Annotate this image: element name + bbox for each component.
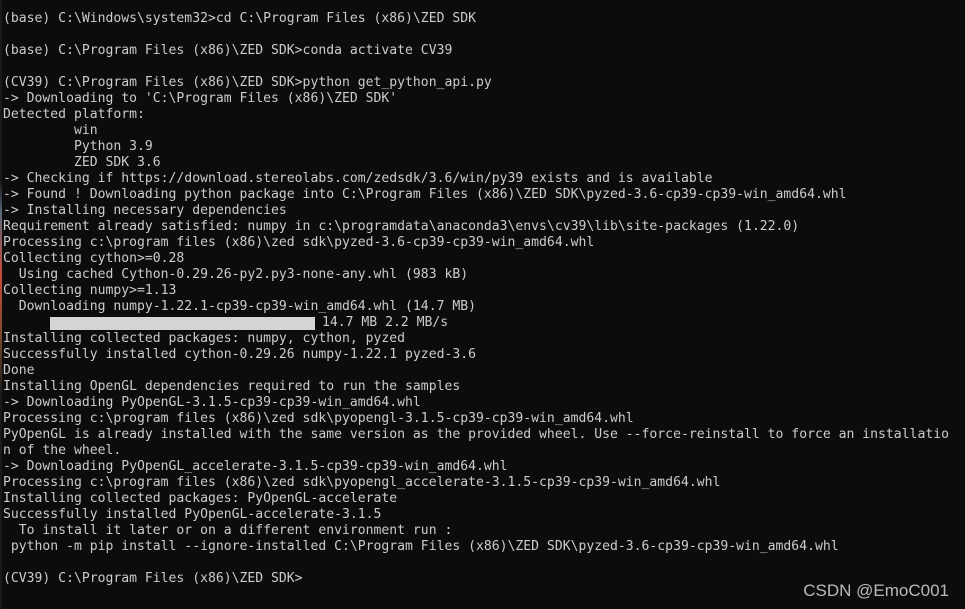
download-progress-bar	[50, 317, 315, 330]
terminal-line: Installing collected packages: PyOpenGL-…	[3, 491, 398, 506]
terminal-line: To install it later or on a different en…	[3, 523, 453, 538]
terminal-line: Requirement already satisfied: numpy in …	[3, 219, 800, 234]
terminal-line: -> Found ! Downloading python package in…	[3, 187, 847, 202]
terminal-line: -> Installing necessary dependencies	[3, 203, 287, 218]
terminal-window[interactable]: (base) C:\Windows\system32>cd C:\Program…	[0, 0, 965, 609]
terminal-line: python -m pip install --ignore-installed…	[3, 539, 839, 554]
terminal-line: -> Checking if https://download.stereola…	[3, 171, 713, 186]
terminal-line: -> Downloading to 'C:\Program Files (x86…	[3, 91, 398, 106]
terminal-line: Installing OpenGL dependencies required …	[3, 379, 461, 394]
download-progress-text: 14.7 MB 2.2 MB/s	[322, 315, 449, 330]
terminal-line: Detected platform:	[3, 107, 145, 122]
terminal-line: Processing c:\program files (x86)\zed sd…	[3, 235, 595, 250]
terminal-line: Done	[3, 363, 35, 378]
window-edge-decoration	[0, 0, 2, 609]
terminal-output: (base) C:\Windows\system32>cd C:\Program…	[3, 11, 965, 587]
terminal-line: Processing c:\program files (x86)\zed sd…	[3, 411, 634, 426]
terminal-line: Installing collected packages: numpy, cy…	[3, 331, 406, 346]
terminal-line: PyOpenGL is already installed with the s…	[3, 427, 949, 442]
terminal-line: (base) C:\Windows\system32>cd C:\Program…	[3, 11, 476, 26]
terminal-line: -> Downloading PyOpenGL-3.1.5-cp39-cp39-…	[3, 395, 421, 410]
terminal-line: Python 3.9	[3, 139, 153, 154]
terminal-line: Using cached Cython-0.29.26-py2.py3-none…	[3, 267, 469, 282]
watermark-text: CSDN @EmoC001	[803, 581, 949, 600]
terminal-line: n of the wheel.	[3, 443, 122, 458]
terminal-line: (CV39) C:\Program Files (x86)\ZED SDK>py…	[3, 75, 492, 90]
terminal-line: Collecting cython>=0.28	[3, 251, 185, 266]
terminal-line: ZED SDK 3.6	[3, 155, 161, 170]
terminal-line: Successfully installed PyOpenGL-accelera…	[3, 507, 382, 522]
download-progress-line: 14.7 MB 2.2 MB/s	[3, 315, 965, 331]
terminal-line: -> Downloading PyOpenGL_accelerate-3.1.5…	[3, 459, 508, 474]
terminal-line: (base) C:\Program Files (x86)\ZED SDK>co…	[3, 43, 453, 58]
terminal-line: win	[3, 123, 98, 138]
terminal-line: Successfully installed cython-0.29.26 nu…	[3, 347, 476, 362]
terminal-line: Downloading numpy-1.22.1-cp39-cp39-win_a…	[3, 299, 476, 314]
terminal-line: Collecting numpy>=1.13	[3, 283, 177, 298]
terminal-line: Processing c:\program files (x86)\zed sd…	[3, 475, 721, 490]
